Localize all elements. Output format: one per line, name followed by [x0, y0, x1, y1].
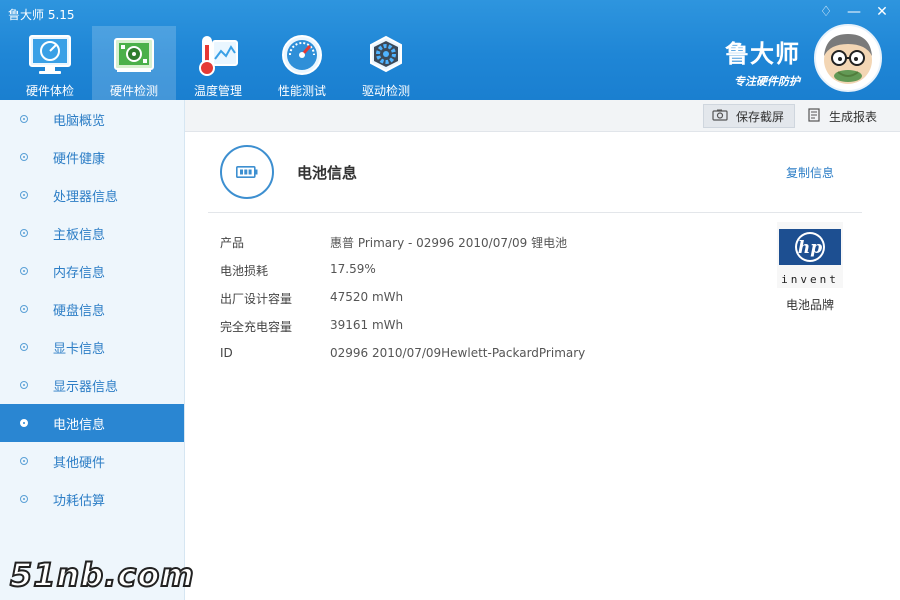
copy-info-link[interactable]: 复制信息 [786, 164, 834, 181]
nav-label: 硬件检测 [109, 84, 158, 98]
toolbar: 保存截屏 生成报表 [185, 100, 900, 132]
bullet-icon [20, 495, 28, 503]
page-title: 电池信息 [297, 164, 358, 182]
sidebar-item-battery[interactable]: 电池信息 [0, 404, 184, 442]
sidebar-item-label: 电脑概览 [53, 113, 106, 129]
info-key: 电池损耗 [220, 264, 269, 278]
bullet-icon [20, 153, 28, 161]
info-row-full-capacity: 完全充电容量 39161 mWh [220, 318, 403, 338]
sidebar-item-health[interactable]: 硬件健康 [0, 138, 184, 176]
sidebar-item-display[interactable]: 显示器信息 [0, 366, 184, 404]
hp-logo: hp invent [777, 222, 843, 288]
bullet-icon [20, 457, 28, 465]
app-title: 鲁大师 5.15 [8, 8, 75, 22]
generate-report-button[interactable]: 生成报表 [799, 104, 895, 128]
bullet-icon [20, 343, 28, 351]
circuit-board-icon [109, 30, 159, 80]
bullet-icon [20, 229, 28, 237]
nav-performance[interactable]: 性能测试 [260, 26, 344, 100]
info-row-wear: 电池损耗 17.59% [220, 262, 376, 282]
sidebar-item-memory[interactable]: 内存信息 [0, 252, 184, 290]
minimize-button[interactable]: — [842, 2, 866, 22]
nav-label: 驱动检测 [361, 84, 410, 98]
camera-icon [712, 109, 728, 124]
sidebar-item-label: 显示器信息 [53, 379, 119, 395]
info-row-product: 产品 惠普 Primary - 02996 2010/07/09 锂电池 [220, 234, 567, 254]
info-key: 产品 [220, 236, 245, 250]
nav-hardware-checkup[interactable]: 硬件体检 [8, 26, 92, 100]
info-key: 完全充电容量 [220, 320, 293, 334]
sidebar-item-disk[interactable]: 硬盘信息 [0, 290, 184, 328]
save-screenshot-label: 保存截屏 [736, 109, 785, 124]
nav-label: 硬件体检 [25, 84, 74, 98]
sidebar-item-other[interactable]: 其他硬件 [0, 442, 184, 480]
info-value: 惠普 Primary - 02996 2010/07/09 锂电池 [330, 236, 568, 250]
svg-text:hp: hp [798, 238, 822, 258]
nav-hardware-detect[interactable]: 硬件检测 [92, 26, 176, 100]
gear-driver-icon [361, 30, 411, 80]
nav-label: 性能测试 [277, 84, 326, 98]
info-value: 17.59% [330, 262, 376, 276]
brand: 鲁大师 专注硬件防护 [725, 34, 800, 89]
sidebar-item-label: 其他硬件 [53, 455, 106, 471]
bullet-icon [20, 305, 28, 313]
thermometer-icon [193, 30, 243, 80]
info-row-design-capacity: 出厂设计容量 47520 mWh [220, 290, 403, 310]
window-controls: ♢ — ✕ [814, 2, 894, 22]
sidebar-item-cpu[interactable]: 处理器信息 [0, 176, 184, 214]
sidebar-item-gpu[interactable]: 显卡信息 [0, 328, 184, 366]
bullet-icon [20, 419, 28, 427]
bullet-icon [20, 115, 28, 123]
monitor-check-icon [25, 30, 75, 80]
watermark: 51nb.com [9, 555, 195, 595]
nav-driver[interactable]: 驱动检测 [344, 26, 428, 100]
mascot-avatar[interactable] [814, 24, 882, 92]
generate-report-label: 生成报表 [829, 109, 878, 124]
sidebar-item-label: 处理器信息 [53, 189, 119, 205]
nav-temperature[interactable]: 温度管理 [176, 26, 260, 100]
speedometer-icon [277, 30, 327, 80]
sidebar-item-label: 主板信息 [53, 227, 106, 243]
sidebar-item-label: 内存信息 [53, 265, 106, 281]
sidebar-item-label: 功耗估算 [53, 493, 106, 509]
sidebar-item-label: 硬件健康 [53, 151, 106, 167]
info-key: 出厂设计容量 [220, 292, 293, 306]
sidebar-item-power[interactable]: 功耗估算 [0, 480, 184, 518]
sidebar-item-label: 硬盘信息 [53, 303, 106, 319]
bullet-icon [20, 191, 28, 199]
sidebar-item-label: 电池信息 [53, 417, 106, 433]
save-screenshot-button[interactable]: 保存截屏 [703, 104, 795, 128]
battery-panel: 电池信息 复制信息 产品 惠普 Primary - 02996 2010/07/… [185, 132, 900, 600]
title-bar: 鲁大师 5.15 ♢ — ✕ 硬件体检 硬件检测 温度管理 性能测试 驱动检测 … [0, 0, 900, 100]
main-nav: 硬件体检 硬件检测 温度管理 性能测试 驱动检测 [8, 26, 428, 100]
report-icon [807, 107, 821, 125]
sidebar-item-overview[interactable]: 电脑概览 [0, 100, 184, 138]
info-value: 02996 2010/07/09Hewlett-PackardPrimary [330, 346, 586, 360]
divider [208, 212, 862, 213]
skin-icon[interactable]: ♢ [814, 2, 838, 22]
info-value: 39161 mWh [330, 318, 404, 332]
nav-label: 温度管理 [193, 84, 242, 98]
close-button[interactable]: ✕ [870, 2, 894, 22]
battery-icon [220, 145, 274, 199]
bullet-icon [20, 267, 28, 275]
info-row-id: ID 02996 2010/07/09Hewlett-PackardPrimar… [220, 346, 585, 366]
sidebar-item-motherboard[interactable]: 主板信息 [0, 214, 184, 252]
hp-logo-text: invent [781, 273, 839, 286]
bullet-icon [20, 381, 28, 389]
battery-brand-caption: 电池品牌 [785, 298, 834, 312]
brand-name: 鲁大师 [725, 40, 800, 68]
brand-slogan: 专注硬件防护 [734, 75, 800, 88]
info-key: ID [220, 346, 233, 360]
info-value: 47520 mWh [330, 290, 404, 304]
sidebar: 电脑概览 硬件健康 处理器信息 主板信息 内存信息 硬盘信息 显卡信息 显示器信… [0, 100, 185, 600]
sidebar-item-label: 显卡信息 [53, 341, 106, 357]
